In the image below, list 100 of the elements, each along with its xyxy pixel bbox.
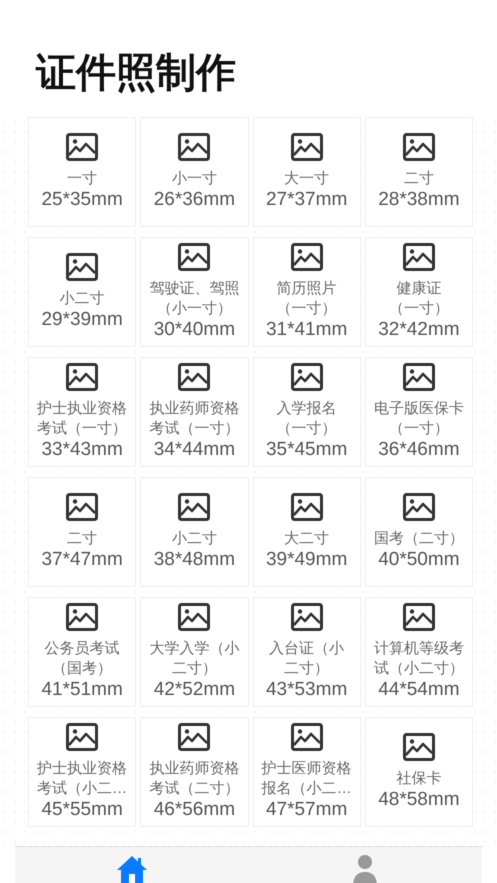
size-dimensions: 48*58mm xyxy=(378,789,460,811)
size-name: 执业药师资格 xyxy=(149,759,240,779)
size-dimensions: 36*46mm xyxy=(378,439,460,461)
image-icon xyxy=(178,493,210,521)
photo-size-card[interactable]: 入学报名 （一寸） 35*45mm xyxy=(252,357,361,467)
photo-size-card[interactable]: 护士执业资格 考试（小二… 45*55mm xyxy=(28,717,136,827)
size-dimensions: 33*43mm xyxy=(41,439,123,461)
size-dimensions: 31*41mm xyxy=(266,319,348,341)
size-name: 入台证（小 xyxy=(269,639,344,659)
photo-size-card[interactable]: 国考（二寸） 40*50mm xyxy=(364,477,473,587)
photo-size-card[interactable]: 健康证 （一寸） 32*42mm xyxy=(364,237,473,347)
image-icon xyxy=(66,603,98,631)
size-name: （一寸） xyxy=(276,419,337,439)
size-name: 社保卡 xyxy=(396,769,442,789)
size-name: （小一寸） xyxy=(156,299,232,319)
size-dimensions: 45*55mm xyxy=(41,799,123,821)
size-dimensions: 34*44mm xyxy=(154,439,236,461)
image-icon xyxy=(402,243,435,271)
size-name: 大学入学（小 xyxy=(149,639,240,659)
photo-size-card[interactable]: 一寸 25*35mm xyxy=(28,117,136,227)
size-name: 小一寸 xyxy=(172,169,217,189)
size-dimensions: 43*53mm xyxy=(266,679,348,701)
photo-size-card[interactable]: 驾驶证、驾照 （小一寸） 30*40mm xyxy=(140,237,248,347)
photo-size-card[interactable]: 大一寸 27*37mm xyxy=(252,117,361,227)
size-name: 考试（小二… xyxy=(37,779,128,799)
photo-size-card[interactable]: 二寸 28*38mm xyxy=(364,117,473,227)
size-name: 小二寸 xyxy=(60,289,105,309)
size-dimensions: 46*56mm xyxy=(154,799,236,821)
size-dimensions: 41*51mm xyxy=(41,679,123,701)
photo-size-card[interactable]: 护士医师资格 报名（小二… 47*57mm xyxy=(252,717,361,827)
size-name: 电子版医保卡 xyxy=(374,399,464,419)
photo-size-card[interactable]: 大学入学（小 二寸） 42*52mm xyxy=(140,597,248,707)
photo-size-card[interactable]: 计算机等级考 试（小二寸） 44*54mm xyxy=(364,597,473,707)
image-icon xyxy=(290,243,323,271)
size-dimensions: 28*38mm xyxy=(378,189,460,211)
size-dimensions: 25*35mm xyxy=(41,189,123,211)
photo-size-card[interactable]: 小二寸 29*39mm xyxy=(28,237,136,347)
size-name: 简历照片 xyxy=(276,279,337,299)
person-icon xyxy=(352,854,378,883)
size-name: 国考（二寸） xyxy=(374,529,464,549)
photo-size-card[interactable]: 社保卡 48*58mm xyxy=(364,717,473,827)
size-name: 大二寸 xyxy=(284,529,330,549)
image-icon xyxy=(178,723,210,751)
size-name: 考试（一寸） xyxy=(37,419,128,439)
size-name: 健康证 xyxy=(396,279,442,299)
size-name: 一寸 xyxy=(67,169,98,189)
image-icon xyxy=(402,493,435,521)
size-name: 计算机等级考 xyxy=(374,639,464,659)
size-name: 驾驶证、驾照 xyxy=(149,279,240,299)
size-name: （一寸） xyxy=(388,299,449,319)
size-name: （国考） xyxy=(52,659,112,679)
photo-size-card[interactable]: 大二寸 39*49mm xyxy=(252,477,361,587)
size-name: 试（小二寸） xyxy=(374,659,464,679)
size-name: 二寸） xyxy=(284,659,330,679)
size-name: 二寸 xyxy=(67,529,98,549)
photo-size-card[interactable]: 公务员考试 （国考） 41*51mm xyxy=(28,597,136,707)
image-icon xyxy=(290,723,323,751)
size-dimensions: 32*42mm xyxy=(378,319,460,341)
size-name: 二寸） xyxy=(172,659,217,679)
size-name: （一寸） xyxy=(388,419,449,439)
photo-size-card[interactable]: 电子版医保卡 （一寸） 36*46mm xyxy=(364,357,473,467)
image-icon xyxy=(402,133,435,161)
image-icon xyxy=(66,723,98,751)
image-icon xyxy=(402,733,435,761)
size-dimensions: 39*49mm xyxy=(266,549,348,571)
image-icon xyxy=(178,363,210,391)
photo-size-card[interactable]: 简历照片 （一寸） 31*41mm xyxy=(252,237,361,347)
photo-size-card[interactable]: 执业药师资格 考试（二寸） 46*56mm xyxy=(140,717,248,827)
image-icon xyxy=(66,253,98,281)
size-name: 大一寸 xyxy=(284,169,330,189)
size-name: 考试（二寸） xyxy=(149,779,240,799)
photo-size-card[interactable]: 小二寸 38*48mm xyxy=(140,477,248,587)
size-dimensions: 27*37mm xyxy=(266,189,348,211)
size-dimensions: 35*45mm xyxy=(266,439,348,461)
size-name: 公务员考试 xyxy=(44,639,120,659)
size-dimensions: 42*52mm xyxy=(154,679,236,701)
image-icon xyxy=(66,133,98,161)
photo-size-card[interactable]: 入台证（小 二寸） 43*53mm xyxy=(252,597,361,707)
image-icon xyxy=(178,243,210,271)
image-icon xyxy=(402,363,435,391)
page-title: 证件照制作 xyxy=(36,50,236,97)
size-dimensions: 47*57mm xyxy=(266,799,348,821)
photo-size-card[interactable]: 二寸 37*47mm xyxy=(28,477,136,587)
size-dimensions: 44*54mm xyxy=(378,679,460,701)
size-name: 护士执业资格 xyxy=(37,399,128,419)
size-name: 报名（小二… xyxy=(262,779,352,799)
image-icon xyxy=(290,363,323,391)
image-icon xyxy=(290,603,323,631)
image-icon xyxy=(402,603,435,631)
photo-size-card[interactable]: 小一寸 26*36mm xyxy=(140,117,248,227)
size-dimensions: 37*47mm xyxy=(41,549,123,571)
photo-size-card[interactable]: 执业药师资格 考试（一寸） 34*44mm xyxy=(140,357,248,467)
size-name: 二寸 xyxy=(404,169,434,189)
image-icon xyxy=(290,493,323,521)
photo-size-card[interactable]: 护士执业资格 考试（一寸） 33*43mm xyxy=(28,357,136,467)
image-icon xyxy=(178,133,210,161)
size-name: 入学报名 xyxy=(276,399,337,419)
size-dimensions: 29*39mm xyxy=(41,309,123,331)
size-name: 小二寸 xyxy=(172,529,217,549)
size-name: 考试（一寸） xyxy=(149,419,240,439)
